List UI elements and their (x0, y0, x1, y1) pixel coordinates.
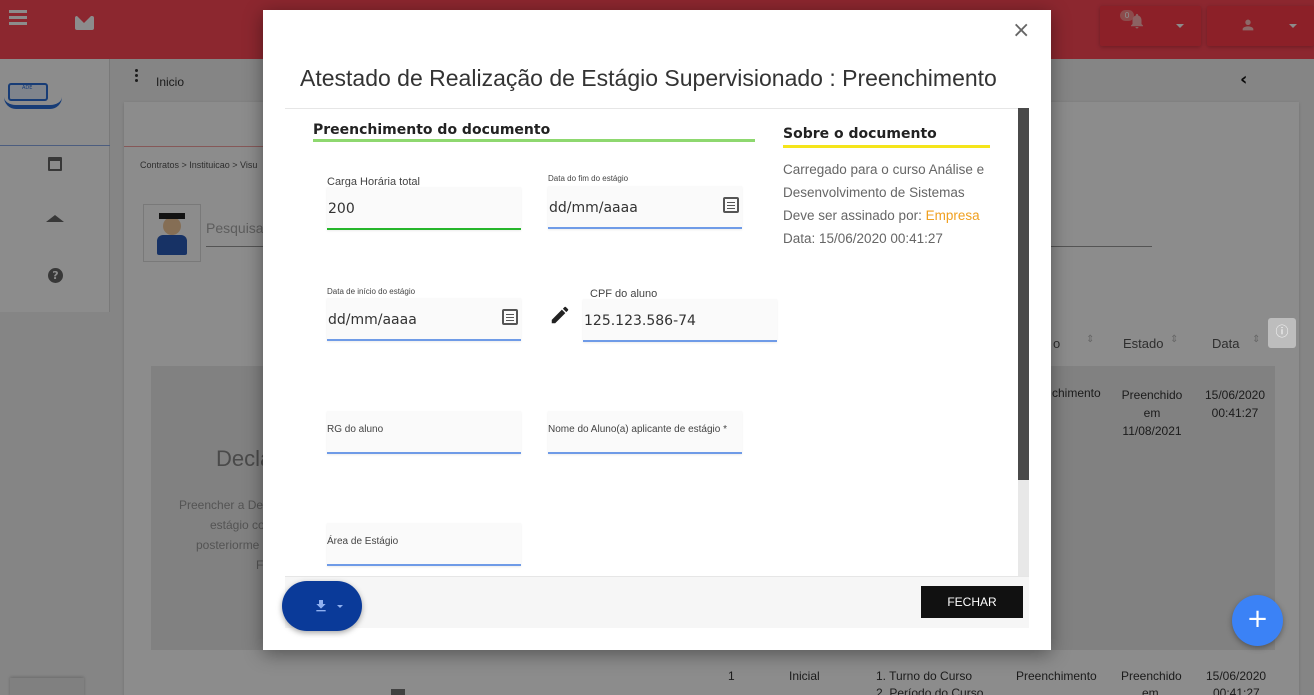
data-fim-input[interactable]: dd/mm/aaaa (548, 186, 742, 229)
area-input[interactable]: Área de Estágio (327, 523, 521, 566)
info-icon[interactable]: ⓘ (1268, 318, 1296, 348)
modal-title: Atestado de Realização de Estágio Superv… (300, 65, 997, 91)
pencil-icon[interactable] (549, 304, 571, 326)
data-fim-value: dd/mm/aaaa (549, 200, 638, 216)
about-course-cont: Desenvolvimento de Sistemas (783, 185, 965, 200)
about-signer: Deve ser assinado por: Empresa (783, 204, 980, 227)
data-fim-label: Data do fim do estágio (548, 174, 629, 183)
rg-label: RG do aluno (327, 424, 384, 435)
close-button[interactable]: FECHAR (921, 586, 1023, 618)
data-inicio-input[interactable]: dd/mm/aaaa (327, 298, 521, 341)
nome-input[interactable]: Nome do Aluno(a) aplicante de estágio * (548, 411, 742, 454)
about-section-underline (783, 145, 990, 148)
signer-value: Empresa (925, 208, 980, 223)
modal-body: Preenchimento do documento Sobre o docum… (285, 108, 1029, 576)
add-button[interactable]: + (1232, 595, 1283, 646)
carga-value: 200 (328, 201, 355, 217)
about-course: Carregado para o curso Análise e (783, 162, 985, 177)
modal-footer (285, 576, 1029, 628)
form-section-title: Preenchimento do documento (313, 122, 551, 138)
area-label: Área de Estágio (327, 536, 399, 547)
about-date: Data: 15/06/2020 00:41:27 (783, 231, 943, 246)
nome-label: Nome do Aluno(a) aplicante de estágio * (548, 424, 728, 435)
download-button[interactable] (282, 581, 362, 631)
calendar-icon[interactable] (502, 309, 518, 325)
calendar-icon[interactable] (723, 197, 739, 213)
scrollbar-thumb[interactable] (1018, 108, 1029, 480)
close-icon[interactable]: × (1012, 18, 1030, 43)
data-inicio-label: Data de início do estágio (327, 287, 416, 296)
data-inicio-value: dd/mm/aaaa (328, 312, 417, 328)
chevron-down-icon (337, 605, 343, 608)
form-section-underline (313, 139, 755, 142)
about-section-title: Sobre o documento (783, 126, 937, 142)
rg-input[interactable]: RG do aluno (327, 411, 521, 454)
carga-horaria-input[interactable]: 200 (327, 187, 521, 230)
signer-prefix: Deve ser assinado por: (783, 208, 926, 223)
document-modal: × Atestado de Realização de Estágio Supe… (263, 10, 1051, 650)
cpf-value: 125.123.586-74 (584, 313, 696, 329)
cpf-input[interactable]: 125.123.586-74 (583, 299, 777, 342)
download-icon (316, 600, 326, 612)
